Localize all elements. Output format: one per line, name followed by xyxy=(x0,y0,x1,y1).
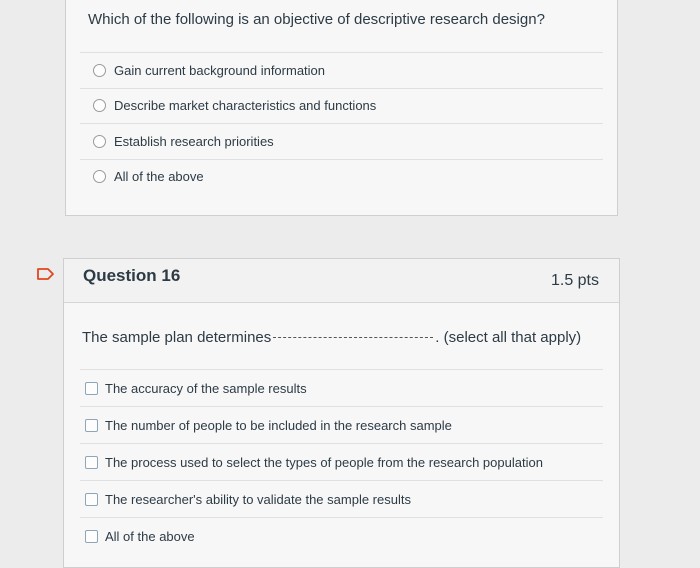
question-text-before-blank: The sample plan determines xyxy=(82,329,272,346)
answer-option[interactable]: The process used to select the types of … xyxy=(80,443,603,480)
radio-button[interactable] xyxy=(93,99,106,113)
question-15-text: Which of the following is an objective o… xyxy=(88,11,545,28)
question-15-card: Which of the following is an objective o… xyxy=(65,0,618,216)
answer-label: The process used to select the types of … xyxy=(105,454,543,470)
question-text-after-blank: . (select all that apply) xyxy=(435,329,582,346)
answer-option[interactable]: Describe market characteristics and func… xyxy=(80,87,603,124)
answer-label: The researcher's ability to validate the… xyxy=(105,491,411,507)
question-16-answers: The accuracy of the sample results The n… xyxy=(80,369,603,554)
answer-label: Establish research priorities xyxy=(114,133,274,149)
fill-in-blank xyxy=(273,337,434,338)
radio-button[interactable] xyxy=(93,63,106,77)
answer-option[interactable]: All of the above xyxy=(80,158,603,195)
answer-option[interactable]: The accuracy of the sample results xyxy=(80,369,603,406)
answer-label: All of the above xyxy=(114,169,204,185)
answer-option[interactable]: The number of people to be included in t… xyxy=(80,406,603,443)
answer-option[interactable]: Gain current background information xyxy=(80,52,603,88)
answer-label: The accuracy of the sample results xyxy=(105,380,307,396)
question-points: 1.5 pts xyxy=(550,272,599,289)
answer-label: All of the above xyxy=(105,528,195,544)
question-16-card: Question 16 1.5 pts The sample plan dete… xyxy=(63,258,620,568)
question-title: Question 16 xyxy=(83,266,181,285)
checkbox[interactable] xyxy=(85,455,98,469)
flag-question-icon[interactable] xyxy=(37,268,55,280)
checkbox[interactable] xyxy=(85,492,98,506)
question-15-answers: Gain current background information Desc… xyxy=(80,52,603,194)
answer-label: The number of people to be included in t… xyxy=(105,417,452,433)
checkbox[interactable] xyxy=(85,381,98,395)
question-16-text: The sample plan determines . (select all … xyxy=(82,329,581,346)
answer-option[interactable]: Establish research priorities xyxy=(80,123,603,159)
radio-button[interactable] xyxy=(93,170,106,184)
answer-option[interactable]: The researcher's ability to validate the… xyxy=(80,480,603,517)
question-header: Question 16 1.5 pts xyxy=(64,259,619,303)
checkbox[interactable] xyxy=(85,529,98,543)
checkbox[interactable] xyxy=(85,418,98,432)
answer-label: Gain current background information xyxy=(114,62,326,78)
answer-option[interactable]: All of the above xyxy=(80,517,603,554)
answer-label: Describe market characteristics and func… xyxy=(114,98,377,114)
radio-button[interactable] xyxy=(93,134,106,148)
